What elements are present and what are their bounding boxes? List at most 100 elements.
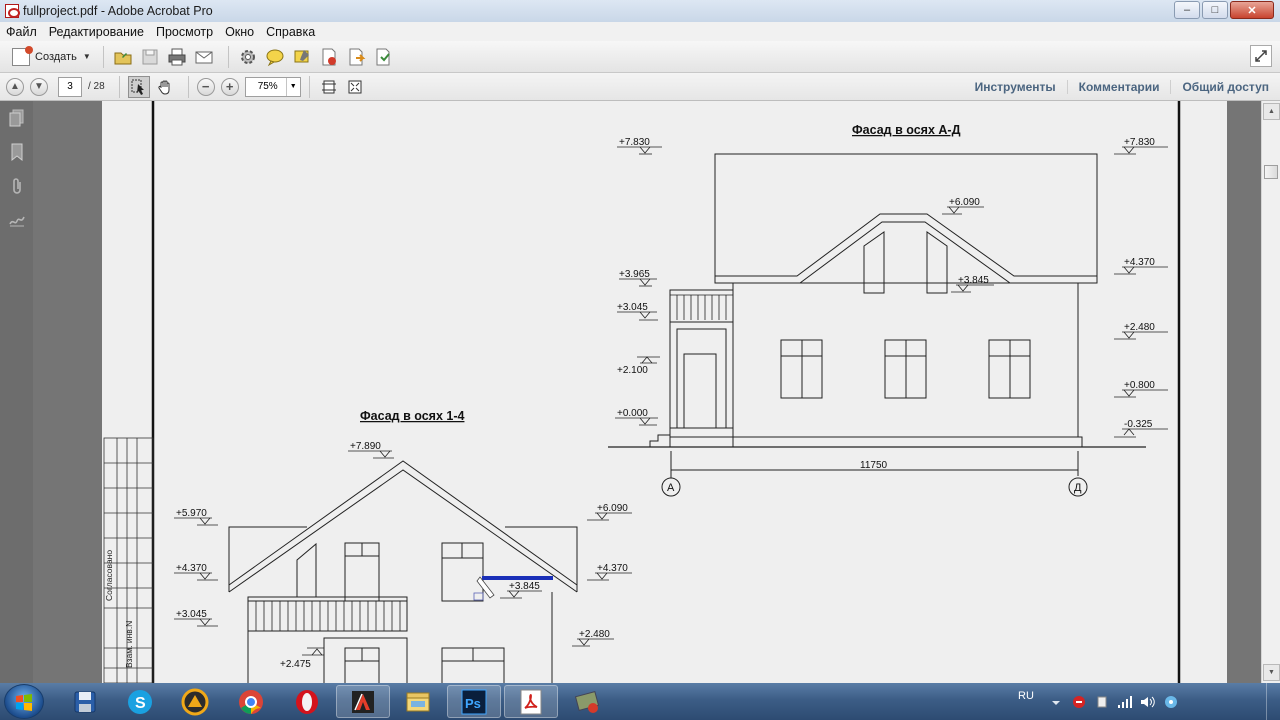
combine-icon[interactable] — [372, 46, 394, 68]
scroll-up-icon[interactable]: ▲ — [1263, 103, 1280, 120]
explorer-icon[interactable] — [391, 685, 445, 718]
document-view[interactable]: Согласовано Взам. инв.N Фасад в осях А-Д — [33, 101, 1261, 683]
maximize-button[interactable]: □ — [1202, 1, 1228, 19]
share-link[interactable]: Общий доступ — [1170, 80, 1280, 94]
menu-file[interactable]: Файл — [6, 25, 37, 39]
menu-help[interactable]: Справка — [266, 25, 315, 39]
architectural-drawing: Согласовано Взам. инв.N Фасад в осях А-Д — [103, 101, 1181, 683]
full-screen-icon[interactable] — [344, 76, 366, 98]
level-mark: +0.800 — [1124, 380, 1155, 391]
window-title: fullproject.pdf - Adobe Acrobat Pro — [23, 4, 213, 18]
tools-link[interactable]: Инструменты — [964, 80, 1067, 94]
delete-page-icon[interactable] — [318, 46, 340, 68]
prev-page-button[interactable]: ▲ — [6, 77, 24, 96]
network-icon[interactable] — [1117, 694, 1133, 710]
bookmark-icon[interactable] — [0, 135, 33, 169]
zoom-out-button[interactable]: − — [196, 77, 215, 96]
save-app-icon[interactable] — [58, 685, 112, 718]
toolbar-separator — [308, 75, 310, 98]
facade-ad-porch — [669, 321, 734, 429]
level-mark: +6.090 — [597, 503, 628, 514]
menu-view[interactable]: Просмотр — [156, 25, 213, 39]
acrobat-taskbar-icon[interactable] — [504, 685, 558, 718]
toolbar-separator — [187, 75, 189, 98]
select-tool-icon[interactable] — [127, 75, 150, 98]
level-mark: -0.325 — [1124, 419, 1153, 430]
facade-ad-dormer-outer — [715, 213, 1097, 277]
attachment-icon[interactable] — [0, 169, 33, 203]
stamp-inv-label: Взам. инв.N — [124, 621, 134, 668]
highlight-icon[interactable] — [291, 46, 313, 68]
facade-14-levels-left: +5.970 +4.370 +3.045 +2.475 — [176, 508, 311, 670]
map-app-icon[interactable] — [560, 685, 614, 718]
level-mark: +2.480 — [1124, 322, 1155, 333]
gear-icon[interactable] — [237, 46, 259, 68]
facade-14-ridge-level: +7.890 — [350, 441, 381, 452]
minimize-button[interactable]: – — [1174, 1, 1200, 19]
print-icon[interactable] — [166, 46, 188, 68]
level-mark: +0.000 — [617, 408, 648, 419]
navigation-toolbar: ▲ ▼ 3 / 28 − + 75% ▼ Инструменты Коммент… — [0, 73, 1280, 101]
menu-edit[interactable]: Редактирование — [49, 25, 144, 39]
expand-icon[interactable] — [1250, 45, 1272, 67]
facade-ad-dormer-window-left — [863, 231, 885, 294]
facade-ad-levels-left: +7.830 +3.965 +3.045 +2.100 +0.000 — [617, 137, 650, 419]
next-page-button[interactable]: ▼ — [30, 77, 48, 96]
tray-app-icon[interactable] — [1163, 694, 1179, 710]
create-button[interactable]: Создать ▼ — [8, 45, 95, 69]
page-thumbnails-icon[interactable] — [0, 101, 33, 135]
comment-icon[interactable] — [264, 46, 286, 68]
menu-window[interactable]: Окно — [225, 25, 254, 39]
facade-ad-ridge-level: +6.090 — [949, 197, 980, 208]
chrome-icon[interactable] — [224, 685, 278, 718]
photoshop-icon[interactable]: Ps — [447, 685, 501, 718]
hand-tool-icon[interactable] — [154, 76, 176, 98]
skype-icon[interactable]: S — [113, 685, 167, 718]
pdf-page: Согласовано Взам. инв.N Фасад в осях А-Д — [102, 101, 1227, 683]
autocad-icon[interactable] — [336, 685, 390, 718]
level-mark: +3.045 — [176, 609, 207, 620]
close-button[interactable]: ✕ — [1230, 1, 1274, 19]
zoom-in-button[interactable]: + — [220, 77, 239, 96]
comments-link[interactable]: Комментарии — [1066, 80, 1171, 94]
start-button[interactable] — [4, 684, 44, 719]
fit-page-icon[interactable] — [318, 76, 340, 98]
signature-icon[interactable] — [0, 203, 33, 237]
page-number-input[interactable]: 3 — [58, 76, 82, 97]
system-tray: RU — [1010, 683, 1280, 720]
facade-ad-mid-level: +3.845 — [958, 275, 989, 286]
axis-label-d: Д — [1074, 482, 1082, 494]
toolbar-separator — [118, 75, 120, 98]
facade-ad-windows — [780, 339, 1031, 399]
open-folder-icon[interactable] — [112, 46, 134, 68]
export-icon[interactable] — [345, 46, 367, 68]
facade-ad-dormer-inner — [715, 221, 1097, 284]
level-mark: +3.965 — [619, 269, 650, 280]
email-icon[interactable] — [193, 46, 215, 68]
save-icon[interactable] — [139, 46, 161, 68]
scroll-down-icon[interactable]: ▼ — [1263, 664, 1280, 681]
taskbar: S Ps RU — [0, 683, 1280, 720]
volume-icon[interactable] — [1140, 694, 1156, 710]
vertical-scrollbar[interactable]: ▲ ▼ — [1261, 101, 1280, 683]
show-desktop-button[interactable] — [1266, 683, 1280, 720]
edit-cursor-icon — [476, 576, 495, 599]
create-label: Создать — [35, 50, 77, 63]
language-indicator[interactable]: RU — [1018, 690, 1034, 702]
opera-icon[interactable] — [280, 685, 334, 718]
scroll-thumb[interactable] — [1264, 165, 1278, 179]
device-icon[interactable] — [1094, 694, 1110, 710]
photoshop-label: Ps — [465, 696, 481, 711]
task-pane-links: Инструменты Комментарии Общий доступ — [964, 73, 1280, 101]
level-mark: +7.830 — [619, 137, 650, 148]
menu-bar: Файл Редактирование Просмотр Окно Справк… — [0, 22, 1280, 41]
tray-arrow-icon[interactable] — [1048, 694, 1064, 710]
archicad-icon[interactable] — [168, 685, 222, 718]
facade-14-window-angled — [296, 542, 317, 597]
facade-14-title: Фасад в осях 1-4 — [360, 409, 464, 423]
window-controls: – □ ✕ — [1174, 1, 1274, 19]
facade-ad-dimension: 11750 — [860, 460, 888, 471]
stop-record-icon[interactable] — [1071, 694, 1087, 710]
zoom-select[interactable]: 75% ▼ — [244, 76, 301, 97]
stamp-approved-label: Согласовано — [104, 550, 114, 601]
